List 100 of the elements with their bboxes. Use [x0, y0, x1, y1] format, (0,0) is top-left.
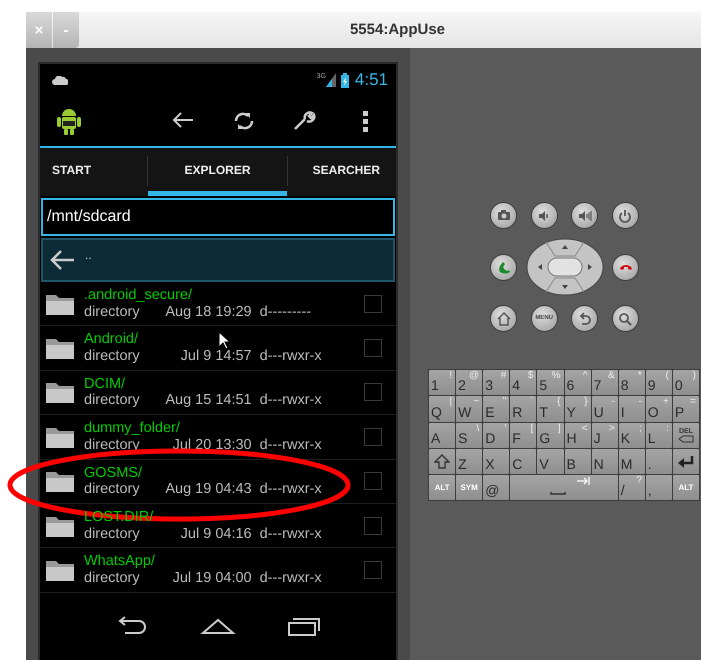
home-icon: [496, 312, 510, 326]
alternate-character: (: [666, 371, 669, 381]
keyboard-key[interactable]: Y }: [564, 396, 591, 422]
keyboard-key[interactable]: @: [483, 475, 510, 500]
file-row[interactable]: .android_secure/ directory Aug 18 19:29 d---------: [40, 282, 396, 326]
power-button[interactable]: [612, 202, 639, 229]
robot-icon[interactable]: [56, 106, 82, 136]
checkbox[interactable]: [364, 428, 382, 446]
file-row[interactable]: GOSMS/ directory Aug 19 04:43 d---rwxr-x: [40, 460, 396, 504]
keyboard-key[interactable]: F [: [510, 422, 536, 448]
keyboard-key[interactable]: W ~: [456, 396, 482, 422]
keyboard-key[interactable]: 5 %: [537, 370, 564, 396]
file-row[interactable]: DCIM/ directory Aug 15 14:51 d---rwxr-x: [40, 370, 396, 416]
keyboard-key[interactable]: L :: [646, 422, 672, 448]
back-button[interactable]: [571, 305, 598, 332]
parent-directory-label: ..: [85, 247, 92, 264]
keyboard-key[interactable]: J >: [592, 422, 618, 448]
file-name: GOSMS/: [84, 464, 144, 482]
keyboard-key[interactable]: 3 #: [483, 370, 510, 396]
alternate-character: ): [692, 371, 696, 381]
file-permissions: d---------: [260, 304, 312, 320]
wrench-icon[interactable]: [292, 110, 316, 132]
keyboard-key[interactable]: X: [483, 448, 510, 474]
checkbox[interactable]: [364, 383, 382, 402]
checkbox[interactable]: [364, 561, 382, 580]
keyboard-key[interactable]: P =: [672, 396, 699, 422]
checkbox[interactable]: [364, 516, 382, 535]
dpad[interactable]: [526, 238, 604, 296]
modifier-key[interactable]: ALT: [429, 475, 456, 500]
keyboard-key[interactable]: S \: [456, 422, 482, 448]
camera-button[interactable]: [490, 202, 517, 229]
keyboard-key[interactable]: U -: [592, 396, 618, 422]
file-permissions: d---rwxr-x: [260, 348, 322, 365]
keyboard-key[interactable]: 9 (: [646, 370, 672, 396]
keyboard-key[interactable]: 7 &: [592, 370, 618, 396]
alternate-character: `: [530, 397, 534, 408]
checkbox[interactable]: [364, 472, 382, 490]
keyboard-key[interactable]: Z: [456, 448, 482, 474]
folder-icon: [45, 380, 75, 404]
alternate-character: &: [608, 371, 615, 381]
keyboard-key[interactable]: G ]: [537, 422, 564, 448]
alternate-character: ^: [582, 371, 588, 381]
recent-apps-icon[interactable]: [285, 615, 322, 638]
file-date: Aug 18 19:29: [164, 304, 252, 320]
keyboard-key[interactable]: .: [646, 448, 672, 474]
call-button[interactable]: [490, 254, 517, 280]
keyboard-key[interactable]: A: [429, 422, 456, 448]
keyboard-key[interactable]: B: [564, 448, 591, 474]
keyboard-key[interactable]: O +: [646, 396, 672, 422]
keyboard-key[interactable]: T {: [537, 396, 564, 422]
alternate-character: ;: [639, 424, 642, 434]
keyboard-key[interactable]: R `: [510, 396, 536, 422]
keyboard-key[interactable]: I -: [618, 396, 645, 422]
keyboard-key[interactable]: 6 ^: [564, 370, 591, 396]
end-call-button[interactable]: [612, 254, 639, 280]
shift-key[interactable]: [429, 448, 456, 474]
checkbox[interactable]: [364, 339, 382, 358]
volume-up-button[interactable]: [571, 202, 598, 229]
keyboard-key[interactable]: E ": [483, 396, 510, 422]
parent-directory-row[interactable]: ..: [41, 238, 395, 282]
search-button[interactable]: [612, 305, 639, 332]
enter-key[interactable]: [672, 448, 699, 474]
alternate-character: \: [476, 424, 480, 434]
keyboard-key[interactable]: M: [618, 448, 645, 474]
tab[interactable]: START: [40, 148, 147, 196]
keyboard-key[interactable]: N: [592, 448, 618, 474]
keyboard-key[interactable]: D ': [483, 422, 510, 448]
modifier-key[interactable]: SYM: [456, 475, 482, 500]
volume-down-button[interactable]: [530, 202, 558, 229]
keyboard-key[interactable]: ,: [646, 475, 672, 500]
keyboard-key[interactable]: Q |: [429, 396, 456, 422]
alternate-character: -: [611, 397, 615, 408]
keyboard-key[interactable]: 8 *: [618, 370, 645, 396]
file-type: directory: [84, 436, 140, 454]
file-name: Android/: [84, 331, 140, 348]
back-arrow-icon: [49, 249, 75, 271]
alternate-character: }: [584, 397, 588, 408]
keyboard-key[interactable]: C: [510, 448, 536, 474]
keyboard-key[interactable]: H <: [564, 422, 591, 448]
keyboard-key[interactable]: 0 ): [672, 370, 699, 396]
space-key[interactable]: [510, 475, 618, 500]
power-icon: [618, 208, 632, 222]
home-button[interactable]: [490, 305, 517, 332]
keyboard-key[interactable]: 2 @: [456, 370, 482, 396]
file-row[interactable]: WhatsApp/ directory Jul 19 04:00 d---rwxr-x: [40, 548, 396, 593]
file-type: directory: [84, 304, 140, 320]
file-row[interactable]: Android/ directory Jul 9 14:57 d---rwxr-x: [40, 326, 396, 371]
keyboard-key[interactable]: K ;: [618, 422, 645, 448]
tab[interactable]: SEARCHER: [288, 148, 392, 196]
path-field[interactable]: /mnt/sdcard: [41, 198, 395, 236]
keyboard-key[interactable]: 1 !: [429, 370, 456, 396]
camera-icon: [496, 208, 510, 222]
alternate-character: :: [666, 424, 669, 434]
checkbox[interactable]: [364, 294, 382, 313]
file-name: dummy_folder/: [84, 420, 181, 437]
keyboard-key[interactable]: / ?: [618, 475, 645, 500]
keyboard-key[interactable]: V: [537, 448, 564, 474]
modifier-key[interactable]: ALT: [672, 475, 699, 500]
file-permissions: d---rwxr-x: [260, 481, 322, 498]
keyboard-key[interactable]: 4 $: [510, 370, 536, 396]
